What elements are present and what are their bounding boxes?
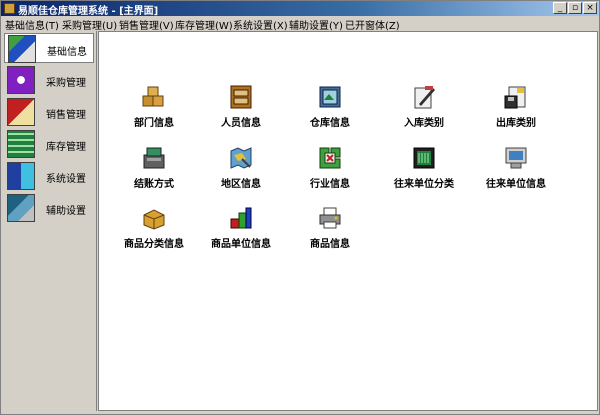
printer-icon <box>319 207 341 229</box>
tile-label: 往来单位信息 <box>486 179 546 190</box>
sidebar-item-assist[interactable]: 辅助设置 <box>4 193 94 223</box>
pen-doc-icon <box>414 86 435 109</box>
tile-outbound-category[interactable]: 出库类别 <box>471 84 561 134</box>
tile-label: 商品信息 <box>310 239 350 250</box>
sidebar-label: 基础信息 <box>47 47 87 58</box>
app-icon[interactable] <box>4 3 15 14</box>
assist-icon <box>7 194 35 222</box>
box-open-icon <box>143 209 165 230</box>
tile-label: 地区信息 <box>221 179 261 190</box>
tile-goods-info[interactable]: 商品信息 <box>285 205 375 255</box>
sidebar-label: 辅助设置 <box>46 206 86 217</box>
app-window: 易顺佳仓库管理系统 - [主界面] _ ▫ × 基础信息(T) 采购管理(U) … <box>0 0 600 415</box>
sidebar-label: 采购管理 <box>46 78 86 89</box>
sidebar: 基础信息 采购管理 销售管理 库存管理 系统设置 辅助设置 <box>2 31 97 411</box>
tile-goods-category[interactable]: 商品分类信息 <box>109 205 199 255</box>
tile-inbound-category[interactable]: 入库类别 <box>379 84 469 134</box>
menu-basic-info[interactable]: 基础信息(T) <box>5 17 59 32</box>
blocks-icon <box>230 207 252 229</box>
tile-label: 出库类别 <box>496 118 536 129</box>
close-button[interactable]: × <box>583 2 597 14</box>
menu-open-windows[interactable]: 已开窗体(Z) <box>345 17 400 32</box>
restore-button[interactable]: ▫ <box>568 2 582 14</box>
main-panel: 部门信息 人员信息 仓库信息 入库类别 出库类别 结账方式 地区信息 行业信息 … <box>98 31 598 411</box>
boxes-icon <box>142 86 164 107</box>
tile-label: 结账方式 <box>134 179 174 190</box>
tile-warehouse-info[interactable]: 仓库信息 <box>285 84 375 134</box>
register-icon <box>143 147 165 169</box>
tile-label: 仓库信息 <box>310 118 350 129</box>
tile-label: 往来单位分类 <box>394 179 454 190</box>
inventory-icon <box>7 130 35 158</box>
purchase-icon <box>7 66 35 94</box>
menu-bar: 基础信息(T) 采购管理(U) 销售管理(V) 库存管理(W) 系统设置(X) … <box>1 16 599 32</box>
settings-icon <box>7 162 35 190</box>
tile-partner-category[interactable]: 往来单位分类 <box>379 145 469 195</box>
tile-staff-info[interactable]: 人员信息 <box>196 84 286 134</box>
title-bar[interactable]: 易顺佳仓库管理系统 - [主界面] _ ▫ × <box>1 1 599 17</box>
sidebar-item-basic-info[interactable]: 基础信息 <box>4 33 94 63</box>
window-title: 易顺佳仓库管理系统 - [主界面] <box>18 6 159 17</box>
tile-goods-unit[interactable]: 商品单位信息 <box>196 205 286 255</box>
chip-icon <box>413 147 435 169</box>
tile-label: 商品分类信息 <box>124 239 184 250</box>
puzzle-icon <box>319 147 341 169</box>
sidebar-item-inventory[interactable]: 库存管理 <box>4 129 94 159</box>
tile-partner-info[interactable]: 往来单位信息 <box>471 145 561 195</box>
menu-assist[interactable]: 辅助设置(Y) <box>289 17 343 32</box>
basic-info-icon <box>8 35 36 63</box>
menu-settings[interactable]: 系统设置(X) <box>233 17 288 32</box>
tile-label: 部门信息 <box>134 118 174 129</box>
disk-doc-icon <box>504 86 526 109</box>
tile-department-info[interactable]: 部门信息 <box>109 84 199 134</box>
sidebar-item-purchase[interactable]: 采购管理 <box>4 65 94 95</box>
tile-label: 人员信息 <box>221 118 261 129</box>
tile-industry-info[interactable]: 行业信息 <box>285 145 375 195</box>
monitor-icon <box>505 147 527 169</box>
tile-label: 入库类别 <box>404 118 444 129</box>
sidebar-label: 销售管理 <box>46 110 86 121</box>
sales-icon <box>7 98 35 126</box>
cabinet-icon <box>230 85 252 109</box>
sidebar-item-sales[interactable]: 销售管理 <box>4 97 94 127</box>
sidebar-label: 库存管理 <box>46 142 86 153</box>
menu-purchase[interactable]: 采购管理(U) <box>62 17 117 32</box>
minimize-button[interactable]: _ <box>553 2 567 14</box>
warehouse-icon <box>319 86 341 108</box>
window-controls: _ ▫ × <box>553 2 597 14</box>
menu-inventory[interactable]: 库存管理(W) <box>175 17 233 32</box>
tile-label: 商品单位信息 <box>211 239 271 250</box>
tile-label: 行业信息 <box>310 179 350 190</box>
menu-sales[interactable]: 销售管理(V) <box>119 17 174 32</box>
sidebar-item-settings[interactable]: 系统设置 <box>4 161 94 191</box>
tile-region-info[interactable]: 地区信息 <box>196 145 286 195</box>
map-icon <box>230 147 252 169</box>
tile-settlement-method[interactable]: 结账方式 <box>109 145 199 195</box>
sidebar-label: 系统设置 <box>46 174 86 185</box>
